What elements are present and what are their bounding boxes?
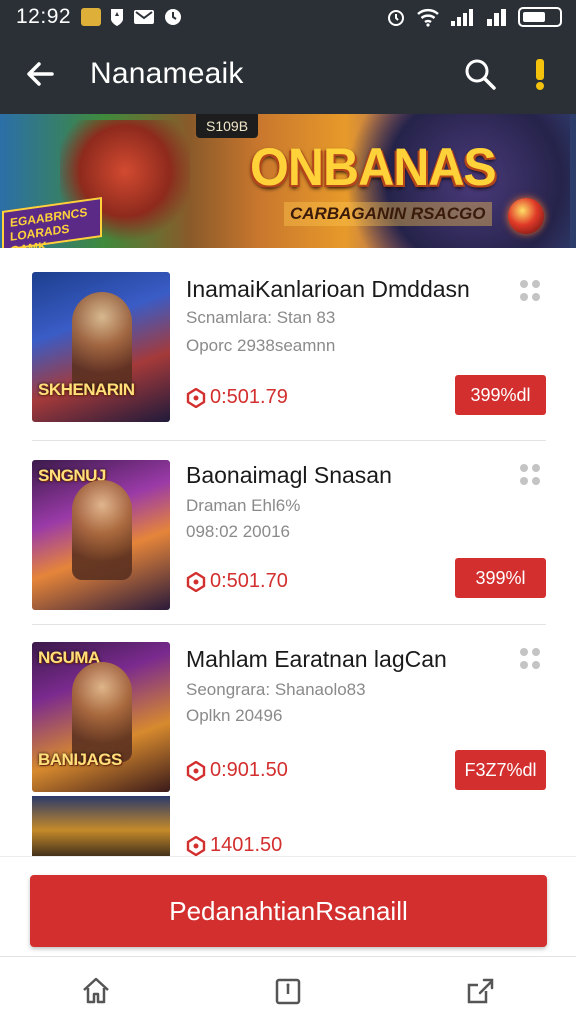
search-icon	[465, 59, 496, 90]
game-meta-secondary: Oplkn 20496	[186, 706, 283, 725]
more-options-dot	[532, 661, 540, 669]
banner-badge: S109B	[196, 114, 259, 138]
game-thumbnail[interactable]: SNGNUJ	[32, 460, 170, 610]
more-options-dot	[520, 280, 528, 288]
page-title: Nanameaik	[90, 57, 244, 90]
buy-button[interactable]: 399%l	[455, 558, 546, 598]
game-meta-primary: Scnamlara: Stan 83	[186, 308, 336, 327]
more-options-dot	[532, 477, 540, 485]
game-price-partial: 1401.50	[186, 834, 282, 857]
signal-2-icon	[487, 9, 506, 26]
game-price: 0:901.50	[186, 759, 288, 782]
thumbnail-character-art	[72, 662, 132, 762]
back-arrow-icon	[27, 62, 54, 86]
app-bar: Nanameaik	[0, 34, 576, 114]
signal-icon	[451, 9, 473, 26]
game-price-value: 0:501.79	[210, 386, 288, 408]
status-bar: 12:92	[0, 0, 576, 34]
search-button[interactable]	[450, 44, 510, 104]
banner-title: ONBANAS	[250, 137, 497, 197]
status-right	[386, 7, 562, 27]
game-meta-secondary: 098:02 20016	[186, 522, 290, 541]
more-options-dot	[532, 464, 540, 472]
promo-banner[interactable]: S109B ONBANAS CARBAGANIN RSACGO EGAABRNC…	[0, 114, 576, 248]
wifi-icon	[417, 9, 439, 27]
game-price-value: 1401.50	[210, 834, 283, 856]
game-title: InamaiKanlarioan Dmddasn	[186, 276, 470, 302]
game-thumbnail-partial[interactable]	[32, 796, 170, 858]
more-options-dot	[520, 477, 528, 485]
primary-action-button[interactable]: PedanahtianRsanaill	[30, 875, 547, 947]
alarm-icon	[388, 10, 404, 26]
thumbnail-character-art	[72, 292, 132, 392]
game-price: 0:501.70	[186, 570, 288, 593]
home-icon	[83, 977, 109, 1003]
more-options-button[interactable]	[516, 276, 546, 306]
thumbnail-logo: SKHENARIN	[38, 380, 135, 399]
more-options-dot	[532, 648, 540, 656]
battery-icon	[518, 7, 562, 27]
primary-action-area: PedanahtianRsanaill	[0, 856, 576, 956]
notification-icon	[81, 8, 102, 26]
game-thumbnail[interactable]: NGUMA BANIJAGS	[32, 642, 170, 792]
price-tag-icon	[186, 835, 206, 856]
divider	[32, 624, 546, 625]
game-title: Baonaimagl Snasan	[186, 462, 392, 488]
status-time: 12:92	[16, 5, 72, 28]
more-options-dot	[520, 293, 528, 301]
nav-home[interactable]	[66, 961, 126, 1021]
share-icon	[467, 978, 494, 1003]
more-options-button[interactable]	[516, 460, 546, 490]
alert-button[interactable]	[510, 44, 570, 104]
buy-button[interactable]: 399%dl	[455, 375, 546, 415]
more-options-dot	[520, 464, 528, 472]
more-options-dot	[532, 280, 540, 288]
mail-notification-icon	[134, 10, 155, 24]
app-actions	[450, 44, 576, 104]
price-tag-icon	[186, 571, 206, 592]
banner-subtitle: CARBAGANIN RSACGO	[284, 202, 492, 226]
game-meta-primary: Seongrara: Shanaolo83	[186, 680, 366, 699]
game-title: Mahlam Earatnan lagCan	[186, 646, 447, 672]
game-meta-primary: Draman Ehl6%	[186, 496, 301, 515]
more-options-dot	[520, 661, 528, 669]
bookmark-icon	[275, 978, 301, 1004]
banner-orb-art	[508, 198, 544, 234]
more-options-dot	[520, 648, 528, 656]
price-tag-icon	[186, 387, 206, 408]
nav-share[interactable]	[450, 961, 510, 1021]
price-tag-icon	[186, 760, 206, 781]
more-options-button[interactable]	[516, 644, 546, 674]
divider	[32, 440, 546, 441]
clock-notification-icon	[165, 9, 182, 25]
more-options-dot	[532, 293, 540, 301]
game-meta-secondary: Oporc 2938seamnn	[186, 336, 336, 355]
thumbnail-character-art	[72, 480, 132, 580]
back-button[interactable]	[0, 34, 80, 114]
alert-icon	[536, 59, 544, 90]
status-left-icons	[81, 7, 183, 27]
game-price: 0:501.79	[186, 386, 288, 409]
game-thumbnail[interactable]: SKHENARIN	[32, 272, 170, 422]
thumbnail-logo: BANIJAGS	[38, 750, 122, 769]
nav-bookmark[interactable]	[258, 961, 318, 1021]
bottom-nav	[0, 956, 576, 1024]
game-price-value: 0:501.70	[210, 570, 288, 592]
buy-button[interactable]: F3Z7%dl	[455, 750, 546, 790]
shield-notification-icon	[111, 9, 124, 26]
game-price-value: 0:901.50	[210, 759, 288, 781]
